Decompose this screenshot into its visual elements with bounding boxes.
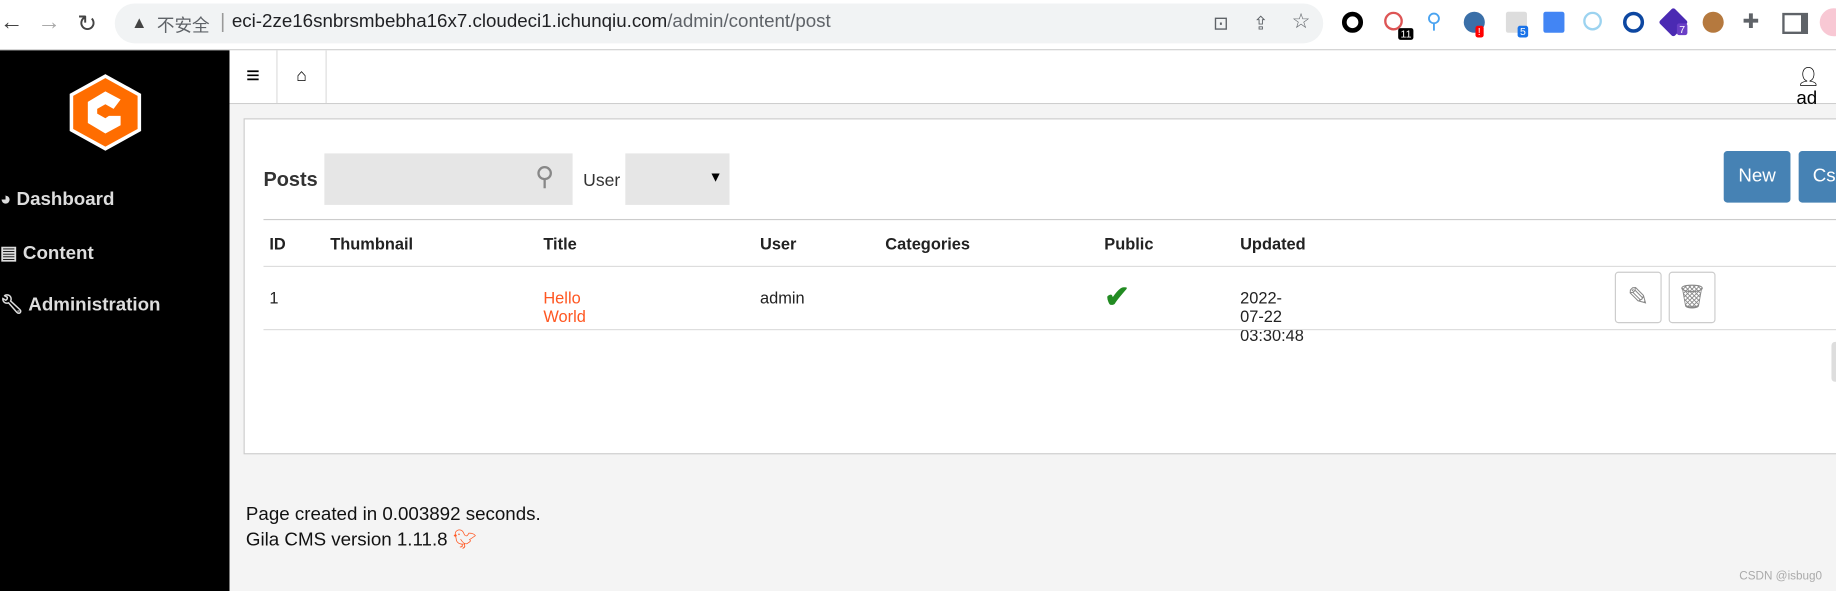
extension-icon[interactable] bbox=[1583, 11, 1602, 31]
trash-icon: 🗑︎ bbox=[1677, 284, 1707, 311]
edit-button[interactable]: ✎ bbox=[1614, 271, 1662, 324]
delete-button[interactable]: 🗑︎ bbox=[1668, 271, 1716, 324]
extension-icon[interactable]: 5 bbox=[1505, 11, 1529, 38]
translate-icon[interactable]: ⊡ bbox=[1213, 12, 1229, 35]
csv-button[interactable]: Cs bbox=[1798, 151, 1836, 203]
extension-icon[interactable]: ! bbox=[1463, 11, 1485, 38]
newspaper-icon: ▤ bbox=[0, 243, 18, 264]
sidebar-item-content[interactable]: ▤ Content bbox=[0, 241, 94, 264]
twitter-icon[interactable]: 🐦︎ bbox=[453, 530, 477, 550]
column-header[interactable]: Updated bbox=[1240, 234, 1306, 253]
sidebar: ◕ Dashboard ▤ Content 🔧︎ Administration bbox=[0, 50, 230, 591]
column-header[interactable]: Thumbnail bbox=[330, 234, 413, 253]
pencil-icon: ✎ bbox=[1627, 282, 1650, 312]
column-header[interactable]: ID bbox=[269, 234, 285, 253]
column-header[interactable]: Categories bbox=[885, 234, 970, 253]
hamburger-icon: ≡ bbox=[246, 63, 260, 89]
security-label: 不安全 bbox=[156, 16, 210, 37]
cookie-icon[interactable] bbox=[1702, 11, 1724, 33]
main-content: Posts ⚲ User ▼ New Cs ID Thumbnail Title… bbox=[229, 104, 1836, 591]
home-icon: ⌂ bbox=[296, 65, 307, 86]
share-icon[interactable]: ⇪ bbox=[1253, 12, 1269, 35]
wrench-icon: 🔧︎ bbox=[0, 295, 24, 315]
user-filter-label: User bbox=[583, 170, 621, 191]
dashboard-icon: ◕ bbox=[0, 189, 12, 210]
gila-logo bbox=[69, 74, 142, 151]
sidebar-item-administration[interactable]: 🔧︎ Administration bbox=[0, 293, 161, 316]
column-header[interactable]: Public bbox=[1104, 234, 1153, 253]
page-title: Posts bbox=[263, 168, 318, 191]
check-icon: ✔ bbox=[1104, 278, 1130, 314]
extension-icon[interactable] bbox=[1341, 11, 1364, 33]
chevron-down-icon: ▼ bbox=[708, 168, 723, 186]
new-button[interactable]: New bbox=[1723, 151, 1791, 203]
user-filter-select[interactable]: ▼ bbox=[625, 153, 730, 205]
post-title-link[interactable]: Hello World bbox=[543, 288, 586, 325]
warning-icon: ▲ bbox=[131, 12, 148, 32]
puzzle-icon[interactable]: ✚ bbox=[1742, 11, 1759, 34]
column-header[interactable]: User bbox=[760, 234, 796, 253]
side-panel-icon[interactable] bbox=[1782, 12, 1809, 34]
profile-avatar[interactable] bbox=[1819, 8, 1836, 37]
back-button[interactable]: ← bbox=[0, 9, 23, 36]
extension-icon[interactable]: ⚲ bbox=[1426, 9, 1441, 34]
scrollbar[interactable] bbox=[1831, 341, 1836, 382]
column-header[interactable]: Title bbox=[543, 234, 576, 253]
posts-panel: Posts ⚲ User ▼ New Cs ID Thumbnail Title… bbox=[243, 118, 1836, 455]
user-icon: 👤︎ bbox=[1796, 67, 1821, 88]
watermark: CSDN @isbug0 bbox=[1739, 570, 1823, 584]
top-bar: ≡ ⌂ 👤︎ad bbox=[229, 50, 1836, 109]
extension-icon[interactable] bbox=[1623, 11, 1645, 33]
page-timing: Page created in 0.003892 seconds. bbox=[245, 504, 541, 525]
url-text[interactable]: eci-2ze16snbrsmbebha16x7.cloudeci1.ichun… bbox=[232, 12, 831, 33]
reload-button[interactable]: ↻ bbox=[77, 9, 97, 38]
forward-button[interactable]: → bbox=[37, 9, 60, 36]
search-icon[interactable]: ⚲ bbox=[535, 162, 554, 192]
extension-icon[interactable]: 11 bbox=[1384, 11, 1414, 40]
version-info: Gila CMS version 1.11.8 🐦︎ bbox=[245, 530, 477, 551]
google-translate-icon[interactable] bbox=[1543, 11, 1565, 33]
menu-toggle-button[interactable]: ≡ bbox=[230, 50, 278, 104]
bookmark-star-icon[interactable]: ☆ bbox=[1292, 9, 1311, 34]
sidebar-item-dashboard[interactable]: ◕ Dashboard bbox=[0, 190, 114, 211]
browser-toolbar: ← → ↻ ▲ 不安全 | eci-2ze16snbrsmbebha16x7.c… bbox=[0, 0, 1836, 51]
home-button[interactable]: ⌂ bbox=[278, 50, 327, 104]
